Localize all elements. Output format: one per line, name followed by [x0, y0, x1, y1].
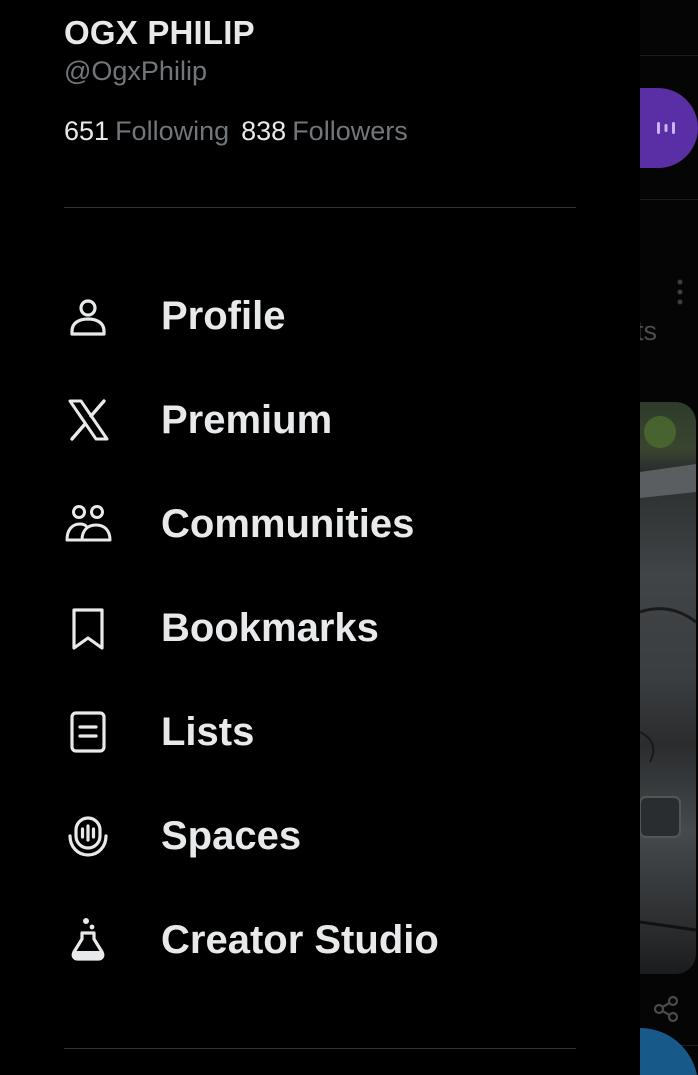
bookmark-icon [64, 604, 112, 652]
menu-item-profile[interactable]: Profile [0, 264, 640, 368]
menu-item-label: Communities [161, 502, 415, 546]
compose-fab [640, 1028, 698, 1075]
follow-stats: 651 Following 838 Followers [64, 116, 408, 147]
following-link[interactable]: 651 Following [64, 116, 229, 146]
timeline-text-fragment: ts [640, 316, 658, 346]
share-icon [653, 995, 679, 1023]
communities-icon [64, 500, 112, 548]
menu-item-premium[interactable]: Premium [0, 368, 640, 472]
flask-icon [64, 916, 112, 964]
divider [64, 1048, 576, 1049]
menu-item-lists[interactable]: Lists [0, 680, 640, 784]
timeline-divider [640, 199, 698, 200]
followers-label: Followers [292, 116, 408, 146]
menu-item-label: Creator Studio [161, 918, 439, 962]
x-logo-icon [64, 396, 112, 444]
following-label: Following [115, 116, 230, 146]
list-icon [64, 708, 112, 756]
menu-item-label: Premium [161, 398, 333, 442]
timeline-divider [640, 55, 698, 56]
menu-item-label: Bookmarks [161, 606, 379, 650]
menu-item-communities[interactable]: Communities [0, 472, 640, 576]
user-handle[interactable]: @OgxPhilip [64, 56, 207, 87]
menu-item-label: Spaces [161, 814, 302, 858]
followers-link[interactable]: 838 Followers [241, 116, 408, 146]
drawer-menu: Profile Premium Communities Bookmarks Li [0, 264, 640, 992]
audio-bars-icon [657, 122, 675, 134]
menu-item-bookmarks[interactable]: Bookmarks [0, 576, 640, 680]
following-count: 651 [64, 116, 110, 146]
followers-count: 838 [241, 116, 287, 146]
menu-item-label: Profile [161, 294, 286, 338]
menu-item-spaces[interactable]: Spaces [0, 784, 640, 888]
spaces-icon [64, 812, 112, 860]
menu-item-creator-studio[interactable]: Creator Studio [0, 888, 640, 992]
more-options-icon [677, 279, 683, 305]
live-space-pill [640, 88, 698, 168]
divider [64, 207, 576, 208]
timeline-post-image [640, 402, 696, 974]
person-icon [64, 292, 112, 340]
navigation-drawer: OGX PHILIP @OgxPhilip 651 Following 838 Fol… [0, 0, 640, 1075]
background-timeline: ts [640, 0, 698, 1075]
menu-item-label: Lists [161, 710, 255, 754]
display-name[interactable]: OGX PHILIP [64, 14, 255, 52]
